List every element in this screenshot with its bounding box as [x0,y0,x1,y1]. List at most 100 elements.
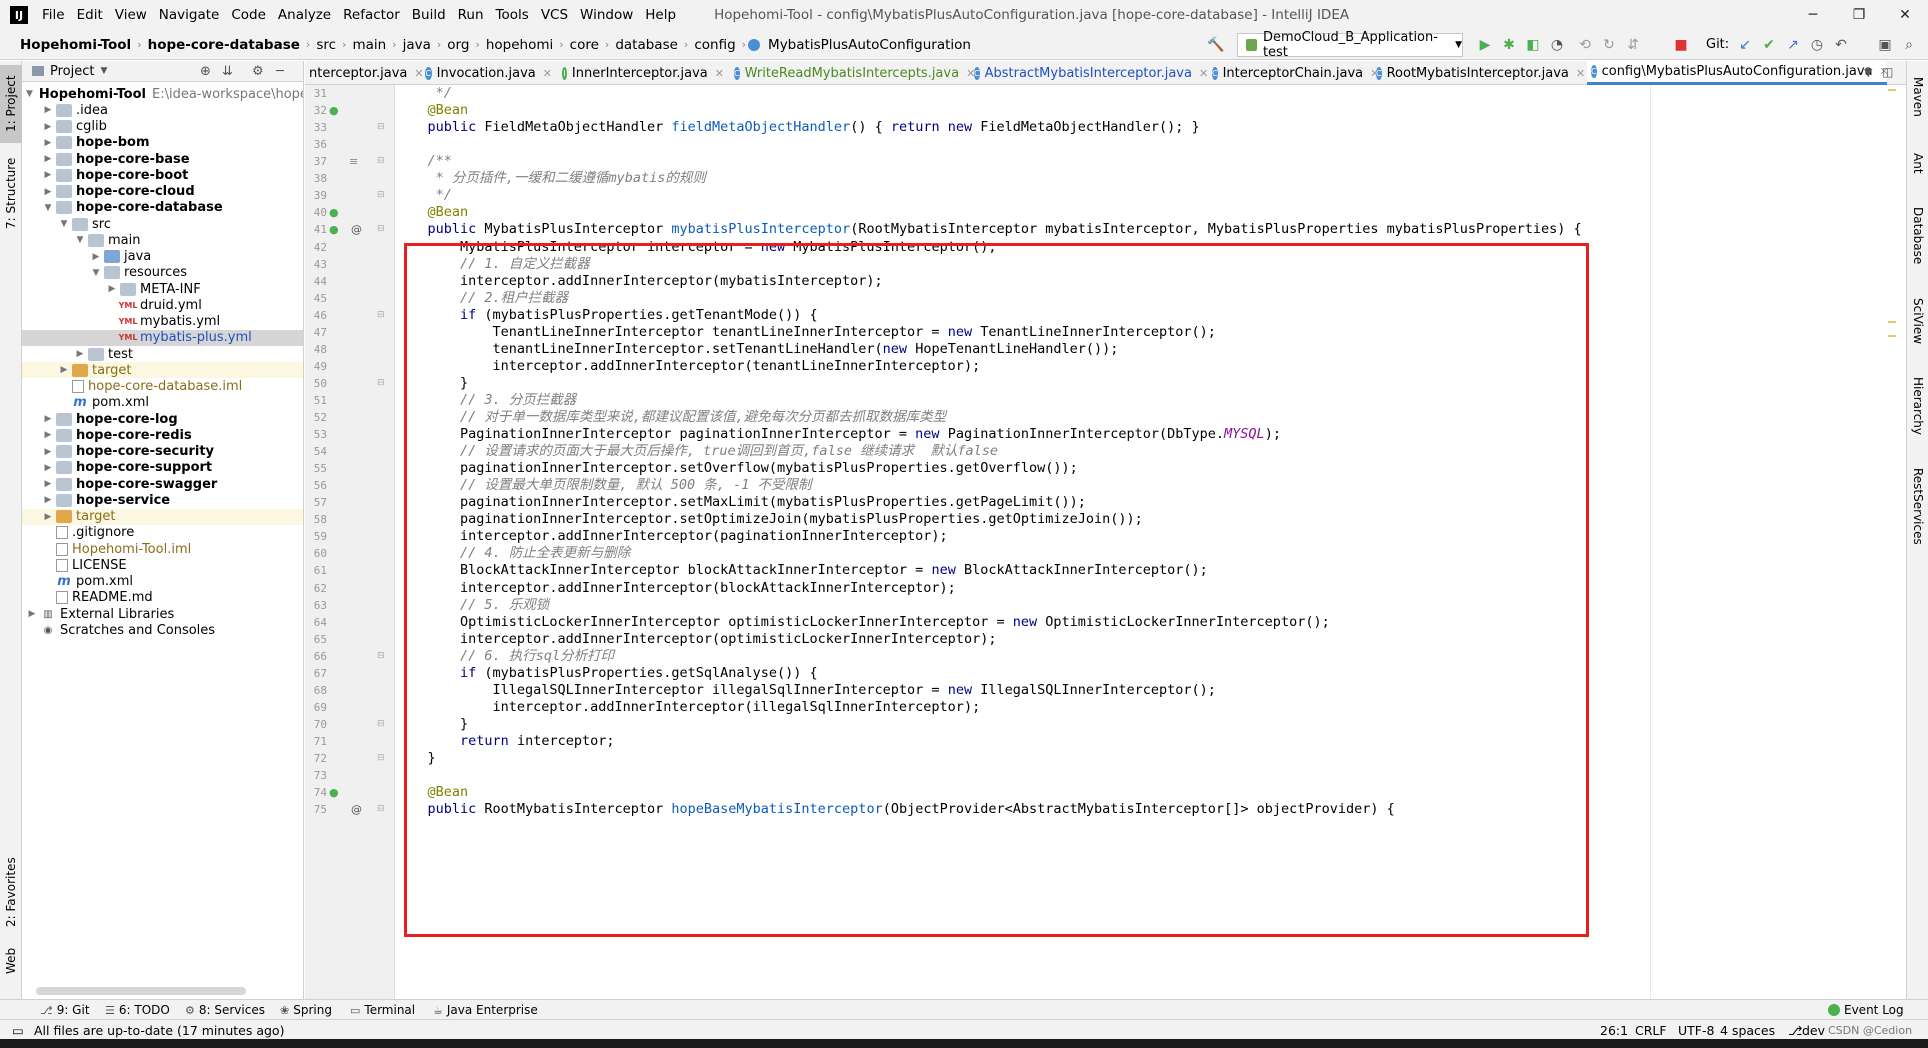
editor-tab[interactable]: C Invocation.java ✕ [421,61,552,85]
collapsed-arrow-icon[interactable]: ▶ [106,284,118,294]
update-running-icon[interactable]: ⇵ [1625,37,1641,53]
breadcrumb-item[interactable]: Hopehomi-Tool [16,37,135,53]
tree-item[interactable]: ▶ hope-core-log [22,411,303,427]
tree-item[interactable]: ▶ target [22,508,303,525]
fold-marker-icon[interactable]: ⊟ [377,221,385,238]
code-line[interactable]: public FieldMetaObjectHandler fieldMetaO… [395,119,1200,136]
hide-panel-icon[interactable]: ─ [276,64,284,79]
fold-marker-icon[interactable]: ⊟ [377,716,385,733]
fold-marker-icon[interactable]: ⊟ [377,375,385,392]
collapsed-arrow-icon[interactable]: ▶ [42,479,54,489]
expanded-arrow-icon[interactable]: ▼ [42,203,54,213]
tool-tab-hierarchy[interactable]: Hierarchy [1907,361,1928,451]
gear-icon[interactable]: ⚙ [252,64,264,79]
expanded-arrow-icon[interactable]: ▼ [74,235,86,245]
code-line[interactable]: */ [395,85,452,102]
breadcrumb-item[interactable]: org [443,37,473,53]
code-line[interactable]: */ [395,187,452,204]
collapsed-arrow-icon[interactable]: ▶ [74,349,86,359]
run-configuration-select[interactable]: DemoCloud_B_Application-test ▼ [1237,30,1463,60]
minimize-icon[interactable]: ─ [1790,0,1836,30]
tree-item[interactable]: ▶ java [22,249,303,265]
error-stripe-marker[interactable] [1888,321,1896,323]
breadcrumb-item[interactable]: src [312,37,340,53]
tool-tab-favorites[interactable]: 2: Favorites [0,846,22,938]
tool-tab-restservices[interactable]: RestServices [1907,456,1928,556]
error-stripe-marker[interactable] [1888,89,1896,91]
menu-run[interactable]: Run [452,7,490,23]
tree-item[interactable]: m pom.xml [22,395,303,411]
fold-marker-icon[interactable]: ⊟ [377,153,385,170]
editor-tab[interactable]: C RootMybatisInterceptor.java ✕ [1372,61,1585,85]
fold-marker-icon[interactable]: ⊟ [377,307,385,324]
event-log-button[interactable]: Event Log [1828,1000,1904,1020]
menu-tools[interactable]: Tools [490,7,535,23]
chevron-down-icon[interactable]: ▼ [100,66,107,76]
tree-item[interactable]: ▶ ▥ External Libraries [22,606,303,622]
tree-item[interactable]: ▶ hope-core-redis [22,427,303,443]
git-push-icon[interactable]: ↗ [1785,37,1801,53]
menu-code[interactable]: Code [225,7,272,23]
breadcrumb-item[interactable]: core [566,37,603,53]
breadcrumb-item[interactable]: config [690,37,739,53]
project-structure-icon[interactable]: ▣ [1877,37,1893,53]
collapsed-arrow-icon[interactable]: ▶ [42,495,54,505]
expanded-arrow-icon[interactable]: ▼ [90,268,102,278]
tool-window-spring[interactable]: ❀ Spring [280,1000,332,1020]
tree-item[interactable]: YML druid.yml [22,297,303,313]
line-separator[interactable]: CRLF [1635,1020,1667,1040]
stop-icon[interactable]: ■ [1673,37,1689,53]
collapsed-arrow-icon[interactable]: ▶ [42,154,54,164]
collapsed-arrow-icon[interactable]: ▶ [42,187,54,197]
spring-bean-icon[interactable]: ● [329,204,339,221]
tree-item[interactable]: ▼ resources [22,265,303,281]
breadcrumb-item[interactable]: hopehomi [482,37,557,53]
status-message[interactable]: All files are up-to-date (17 minutes ago… [34,1020,284,1040]
tree-item[interactable]: README.md [22,590,303,606]
breadcrumb-item[interactable]: hope-core-database [144,37,304,53]
code-line[interactable]: * 分页插件,一缓和二缓遵循mybatis的规则 [395,170,706,187]
debug-icon[interactable]: ✱ [1501,37,1517,53]
spring-bean-icon[interactable]: ● [329,221,339,238]
tree-item[interactable]: ▶ META-INF [22,281,303,297]
tree-item[interactable]: ▼ hope-core-database [22,200,303,216]
spring-bean-icon[interactable]: ● [329,102,339,119]
breadcrumb-item[interactable]: database [611,37,682,53]
tree-item[interactable]: ▼ main [22,232,303,248]
code-line[interactable]: @Bean [395,102,469,119]
collapsed-arrow-icon[interactable]: ▶ [42,122,54,132]
implementation-marker-icon[interactable]: @ [351,221,362,238]
git-commit-icon[interactable]: ✔ [1761,37,1777,53]
menu-window[interactable]: Window [574,7,639,23]
file-encoding[interactable]: UTF-8 [1678,1020,1714,1040]
code-line[interactable]: @Bean [395,204,469,221]
tree-item[interactable]: ▶ hope-core-support [22,460,303,476]
tree-item[interactable]: ▶ hope-core-base [22,151,303,167]
fold-marker-icon[interactable]: ⊟ [377,119,385,136]
tree-item[interactable]: ▼ Hopehomi-Tool E:\idea-workspace\hopeh [22,86,303,102]
tree-item[interactable]: m pom.xml [22,574,303,590]
code-line[interactable]: public MybatisPlusInterceptor mybatisPlu… [395,221,1582,238]
menu-edit[interactable]: Edit [71,7,109,23]
collapsed-arrow-icon[interactable]: ▶ [42,138,54,148]
split-vertical-icon[interactable]: ◫ [1882,65,1893,79]
tree-item[interactable]: ▶ .idea [22,102,303,118]
breadcrumb-item[interactable]: main [348,37,390,53]
collapsed-arrow-icon[interactable]: ▶ [26,609,38,619]
collapsed-arrow-icon[interactable]: ▶ [58,365,70,375]
profile-icon[interactable]: ◔ [1549,37,1565,53]
tree-item[interactable]: ▶ hope-core-security [22,444,303,460]
menu-vcs[interactable]: VCS [535,7,574,23]
close-tab-icon[interactable]: ✕ [1199,67,1208,80]
tool-tab-ant[interactable]: Ant [1907,141,1928,185]
collapsed-arrow-icon[interactable]: ▶ [42,170,54,180]
tree-item[interactable]: ▼ src [22,216,303,232]
tool-tab-project[interactable]: 1: Project [0,65,22,143]
editor-tab[interactable]: nterceptor.java ✕ [305,61,424,85]
git-rollback-icon[interactable]: ↶ [1833,37,1849,53]
error-stripe-marker[interactable] [1888,335,1896,337]
code-line[interactable]: /** [395,153,452,170]
close-tab-icon[interactable]: ✕ [543,67,552,80]
tool-tab-maven[interactable]: Maven [1907,65,1928,129]
tool-tab-web[interactable]: Web [0,941,22,981]
